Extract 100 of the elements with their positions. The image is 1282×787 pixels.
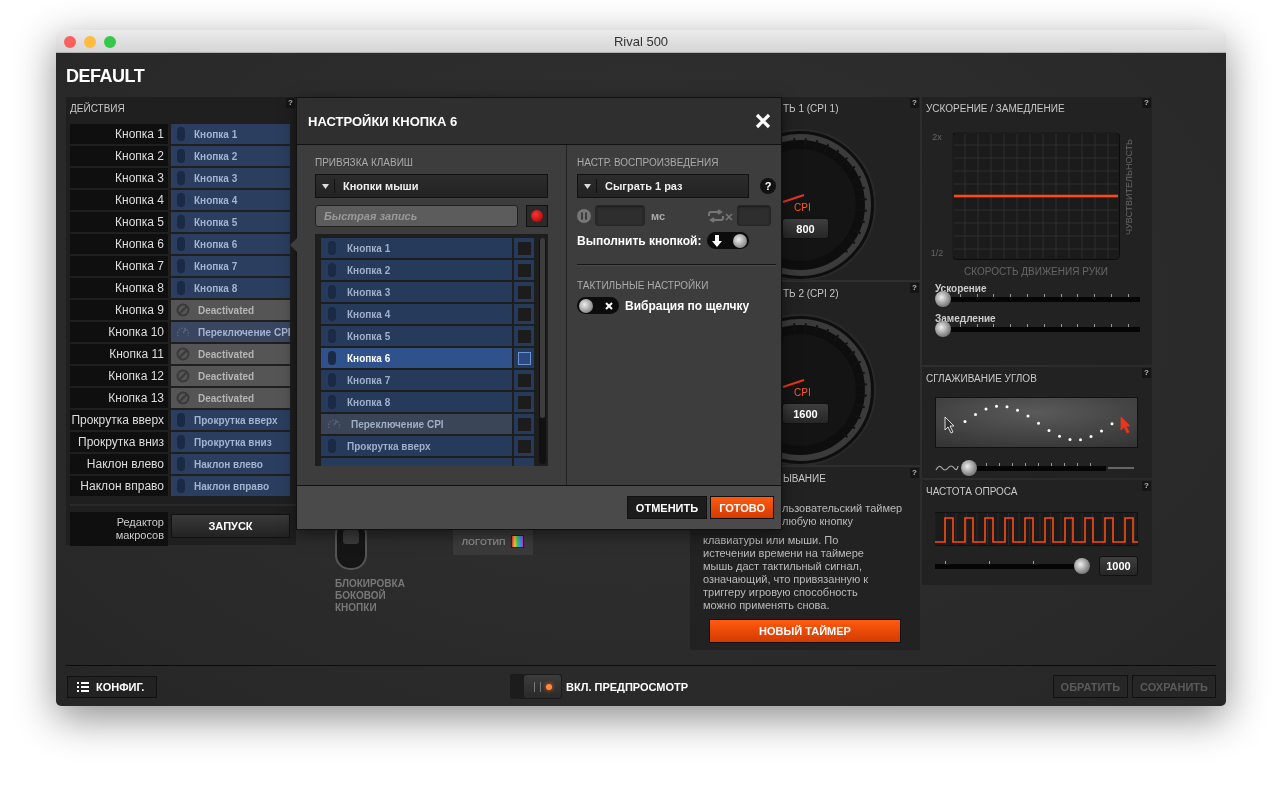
help-button[interactable]: ? xyxy=(286,98,295,108)
action-assignment[interactable]: Наклон влево xyxy=(171,454,290,474)
color-swatch-icon xyxy=(511,535,525,548)
button-label: Кнопка 7 xyxy=(70,256,168,276)
action-assignment[interactable]: Переключение CPI xyxy=(171,322,290,342)
action-assignment[interactable]: Прокрутка вверх xyxy=(171,410,290,430)
mouse-icon xyxy=(176,148,186,164)
caret-icon xyxy=(583,183,591,189)
scrollbar-thumb[interactable] xyxy=(540,238,545,418)
close-window-button[interactable] xyxy=(64,36,76,48)
button-label: Кнопка 6 xyxy=(70,234,168,254)
mouse-icon xyxy=(327,328,337,344)
action-assignment[interactable]: Deactivated xyxy=(171,300,290,320)
vibration-label: Вибрация по щелчку xyxy=(625,298,750,313)
binding-option[interactable]: Кнопка 6 xyxy=(321,348,512,368)
binding-option[interactable]: Прокрутка вверх xyxy=(321,436,512,456)
close-icon[interactable] xyxy=(755,113,771,129)
mouse-icon xyxy=(327,372,337,388)
cpi-value-field[interactable]: 800 xyxy=(782,218,829,239)
panel-title: ДЕЙСТВИЯ xyxy=(70,103,125,116)
cpi-value-field[interactable]: 1600 xyxy=(782,403,829,424)
acceleration-graph[interactable] xyxy=(952,132,1120,260)
timer-description: клавиатуры или мыши. По истечении времени на таймере мышь даст тактильный сигнал, означающий, что привязанную к триггеру игровую способность можно применять снова. xyxy=(703,534,869,612)
checkbox[interactable] xyxy=(514,326,534,346)
binding-option[interactable]: Кнопка 5 xyxy=(321,326,512,346)
mouse-icon xyxy=(176,126,186,142)
window-title: Rival 500 xyxy=(613,33,669,49)
action-assignment[interactable]: Deactivated xyxy=(171,366,290,386)
section-title: ПРИВЯЗКА КЛАВИШ xyxy=(315,157,414,168)
repeat-count-field[interactable] xyxy=(737,205,772,226)
binding-option[interactable]: Переключение CPI xyxy=(321,414,512,434)
checkbox[interactable] xyxy=(514,348,534,368)
binding-option[interactable]: Кнопка 7 xyxy=(321,370,512,390)
slider-thumb[interactable] xyxy=(1074,558,1090,574)
toggle-switch[interactable] xyxy=(577,297,619,314)
polling-rate-field[interactable]: 1000 xyxy=(1099,556,1138,576)
checkbox[interactable] xyxy=(514,260,534,280)
cancel-button[interactable]: ОТМЕНИТЬ xyxy=(626,496,708,519)
help-button[interactable]: ? xyxy=(1142,481,1151,491)
button-label: Кнопка 3 xyxy=(70,168,168,188)
help-button[interactable]: ? xyxy=(760,178,776,194)
axis-label: 2x xyxy=(932,132,942,142)
mouse-icon xyxy=(327,438,337,454)
action-assignment[interactable]: Кнопка 3 xyxy=(171,168,290,188)
checkbox[interactable] xyxy=(514,392,534,412)
help-button[interactable]: ? xyxy=(1142,368,1151,378)
action-assignment[interactable]: Кнопка 7 xyxy=(171,256,290,276)
mouse-icon xyxy=(327,284,337,300)
delay-field[interactable] xyxy=(595,205,645,226)
minimize-window-button[interactable] xyxy=(84,36,96,48)
action-assignment[interactable]: Кнопка 5 xyxy=(171,212,290,232)
zoom-window-button[interactable] xyxy=(104,36,116,48)
mouse-icon xyxy=(176,434,186,450)
slider-label: Ускорение xyxy=(935,283,987,294)
action-assignment[interactable]: Прокрутка вниз xyxy=(171,432,290,452)
record-button[interactable] xyxy=(526,205,548,227)
help-button[interactable]: ? xyxy=(910,283,919,293)
profile-name: DEFAULT xyxy=(66,66,145,86)
toggle-switch[interactable] xyxy=(707,232,750,249)
checkbox[interactable] xyxy=(514,304,534,324)
binding-option[interactable]: Кнопка 8 xyxy=(321,392,512,412)
checkbox[interactable] xyxy=(514,436,534,456)
action-assignment[interactable]: Кнопка 8 xyxy=(171,278,290,298)
slider-thumb[interactable] xyxy=(961,460,977,476)
checkbox[interactable] xyxy=(514,370,534,390)
action-assignment[interactable]: Deactivated xyxy=(171,344,290,364)
axis-title: СКОРОСТЬ ДВИЖЕНИЯ РУКИ xyxy=(962,266,1109,277)
action-assignment[interactable]: Кнопка 2 xyxy=(171,146,290,166)
binding-type-dropdown[interactable]: Кнопки мыши xyxy=(315,174,548,198)
action-assignment[interactable]: Кнопка 1 xyxy=(171,124,290,144)
checkbox[interactable] xyxy=(514,238,534,258)
playback-mode-dropdown[interactable]: Сыграть 1 раз xyxy=(577,174,749,198)
quick-record-field[interactable]: Быстрая запись xyxy=(315,205,518,227)
button-label: Кнопка 1 xyxy=(70,124,168,144)
done-button[interactable]: ГОТОВО xyxy=(710,496,774,519)
straight-line-icon xyxy=(1108,466,1134,470)
action-assignment[interactable]: Кнопка 6 xyxy=(171,234,290,254)
help-button[interactable]: ? xyxy=(910,98,919,108)
help-button[interactable]: ? xyxy=(1142,98,1151,108)
help-button[interactable]: ? xyxy=(910,468,919,478)
binding-option[interactable]: Кнопка 4 xyxy=(321,304,512,324)
binding-option[interactable]: Кнопка 2 xyxy=(321,260,512,280)
checkbox[interactable] xyxy=(514,282,534,302)
binding-option[interactable]: Кнопка 3 xyxy=(321,282,512,302)
launch-button[interactable]: ЗАПУСК xyxy=(171,514,290,538)
action-assignment[interactable]: Наклон вправо xyxy=(171,476,290,496)
panel-title: ТЬ 1 (CPI 1) xyxy=(783,103,839,116)
checkbox[interactable] xyxy=(514,414,534,434)
preview-toggle[interactable] xyxy=(510,674,562,699)
new-timer-button[interactable]: НОВЫЙ ТАЙМЕР xyxy=(709,619,901,643)
config-button[interactable]: КОНФИГ. xyxy=(67,675,157,698)
action-assignment[interactable]: Кнопка 4 xyxy=(171,190,290,210)
pause-icon xyxy=(577,208,591,223)
preview-label: ВКЛ. ПРЕДПРОСМОТР xyxy=(566,680,689,693)
caret-icon xyxy=(321,183,329,189)
button-label: Наклон вправо xyxy=(70,476,168,496)
binding-option[interactable]: Кнопка 1 xyxy=(321,238,512,258)
action-assignment[interactable]: Deactivated xyxy=(171,388,290,408)
dialog-title: НАСТРОЙКИ КНОПКА 6 xyxy=(308,113,458,129)
panel-title: ТЬ 2 (CPI 2) xyxy=(783,288,839,301)
